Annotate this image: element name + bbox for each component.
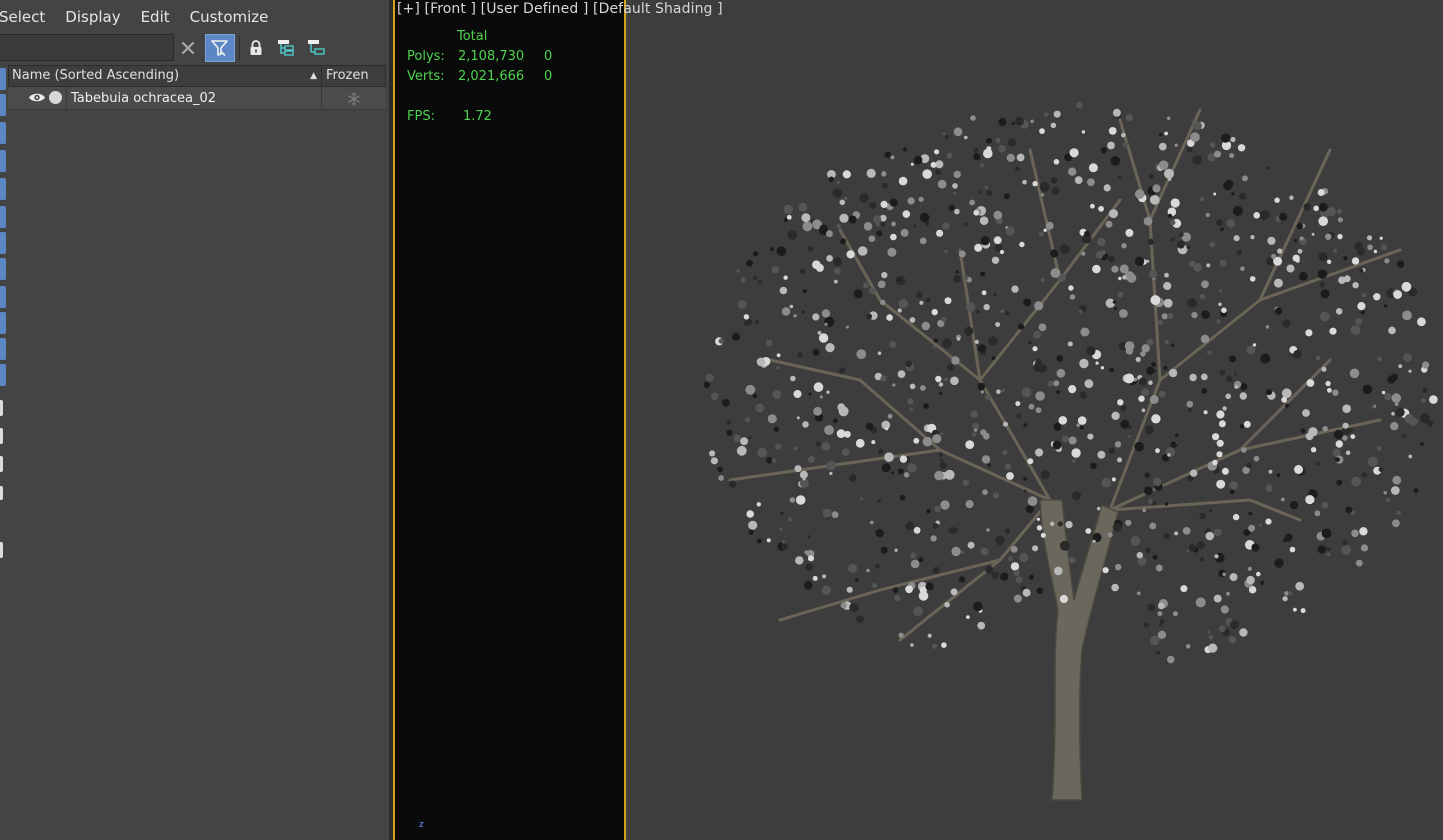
hierarchy-alt-button[interactable] bbox=[302, 34, 330, 62]
column-name-label: Name (Sorted Ascending) bbox=[12, 68, 180, 83]
row-name-cell[interactable]: Tabebuia ochracea_02 bbox=[66, 87, 321, 110]
strip-button[interactable] bbox=[0, 338, 6, 360]
app-window: Select Display Edit Customize Name (Sort… bbox=[0, 0, 1443, 840]
strip-button[interactable] bbox=[0, 428, 3, 444]
strip-button[interactable] bbox=[0, 364, 6, 386]
stats-verts-selected: 0 bbox=[544, 69, 553, 84]
strip-button[interactable] bbox=[0, 258, 6, 280]
side-icon-strip bbox=[0, 66, 8, 566]
stats-verts-total: 2,021,666 bbox=[458, 69, 525, 84]
strip-button[interactable] bbox=[0, 456, 3, 472]
filter-icon bbox=[211, 40, 228, 57]
strip-button[interactable] bbox=[0, 542, 3, 558]
stats-total-label: Total bbox=[457, 29, 488, 44]
column-header: Name (Sorted Ascending) ▲ Frozen bbox=[8, 65, 386, 87]
viewport-label[interactable]: [+] [Front ] [User Defined ] [Default Sh… bbox=[397, 1, 723, 17]
hierarchy-button[interactable] bbox=[272, 34, 300, 62]
row-frozen-cell[interactable] bbox=[321, 87, 386, 110]
strip-button[interactable] bbox=[0, 206, 6, 228]
menu-select[interactable]: Select bbox=[0, 4, 55, 30]
strip-button[interactable] bbox=[0, 150, 6, 172]
strip-button[interactable] bbox=[0, 486, 3, 500]
stats-fps-label: FPS: bbox=[407, 109, 435, 124]
stats-verts-label: Verts: bbox=[407, 69, 445, 84]
sort-ascending-icon: ▲ bbox=[310, 71, 317, 81]
menu-customize[interactable]: Customize bbox=[180, 4, 279, 30]
menu-display[interactable]: Display bbox=[55, 4, 130, 30]
clear-search-icon bbox=[181, 41, 195, 55]
column-name-header[interactable]: Name (Sorted Ascending) ▲ bbox=[9, 66, 322, 86]
eye-icon[interactable] bbox=[28, 91, 46, 104]
front-viewport[interactable] bbox=[393, 0, 626, 840]
search-input[interactable] bbox=[0, 34, 174, 61]
snowflake-icon bbox=[348, 91, 360, 106]
stats-polys-total: 2,108,730 bbox=[458, 49, 525, 64]
clear-search-button[interactable] bbox=[174, 34, 202, 62]
stats-polys-selected: 0 bbox=[544, 49, 553, 64]
strip-button[interactable] bbox=[0, 400, 3, 416]
strip-button[interactable] bbox=[0, 94, 6, 116]
strip-button[interactable] bbox=[0, 312, 6, 334]
hierarchy-alt-icon bbox=[308, 40, 325, 55]
strip-button[interactable] bbox=[0, 232, 6, 254]
menu-bar: Select Display Edit Customize bbox=[0, 4, 389, 30]
menu-edit[interactable]: Edit bbox=[131, 4, 180, 30]
strip-button[interactable] bbox=[0, 122, 6, 144]
strip-button[interactable] bbox=[0, 286, 6, 308]
strip-button[interactable] bbox=[0, 178, 6, 200]
column-frozen-header[interactable]: Frozen bbox=[322, 66, 386, 86]
lock-icon bbox=[250, 40, 262, 55]
toolbar-divider bbox=[239, 36, 240, 60]
scene-explorer-panel: Select Display Edit Customize Name (Sort… bbox=[0, 0, 389, 840]
stats-polys-label: Polys: bbox=[407, 49, 445, 64]
filter-button[interactable] bbox=[205, 34, 235, 62]
table-row[interactable]: Tabebuia ochracea_02 bbox=[8, 87, 386, 110]
hierarchy-icon bbox=[278, 40, 294, 56]
tree-model bbox=[703, 101, 1438, 801]
stats-fps-value: 1.72 bbox=[463, 109, 492, 124]
explorer-toolbar bbox=[0, 34, 389, 62]
lock-button[interactable] bbox=[242, 34, 270, 62]
perspective-viewport[interactable] bbox=[628, 0, 1443, 840]
object-type-icon bbox=[49, 91, 62, 104]
strip-button[interactable] bbox=[0, 68, 6, 90]
axis-gizmo-z: z bbox=[419, 820, 424, 830]
